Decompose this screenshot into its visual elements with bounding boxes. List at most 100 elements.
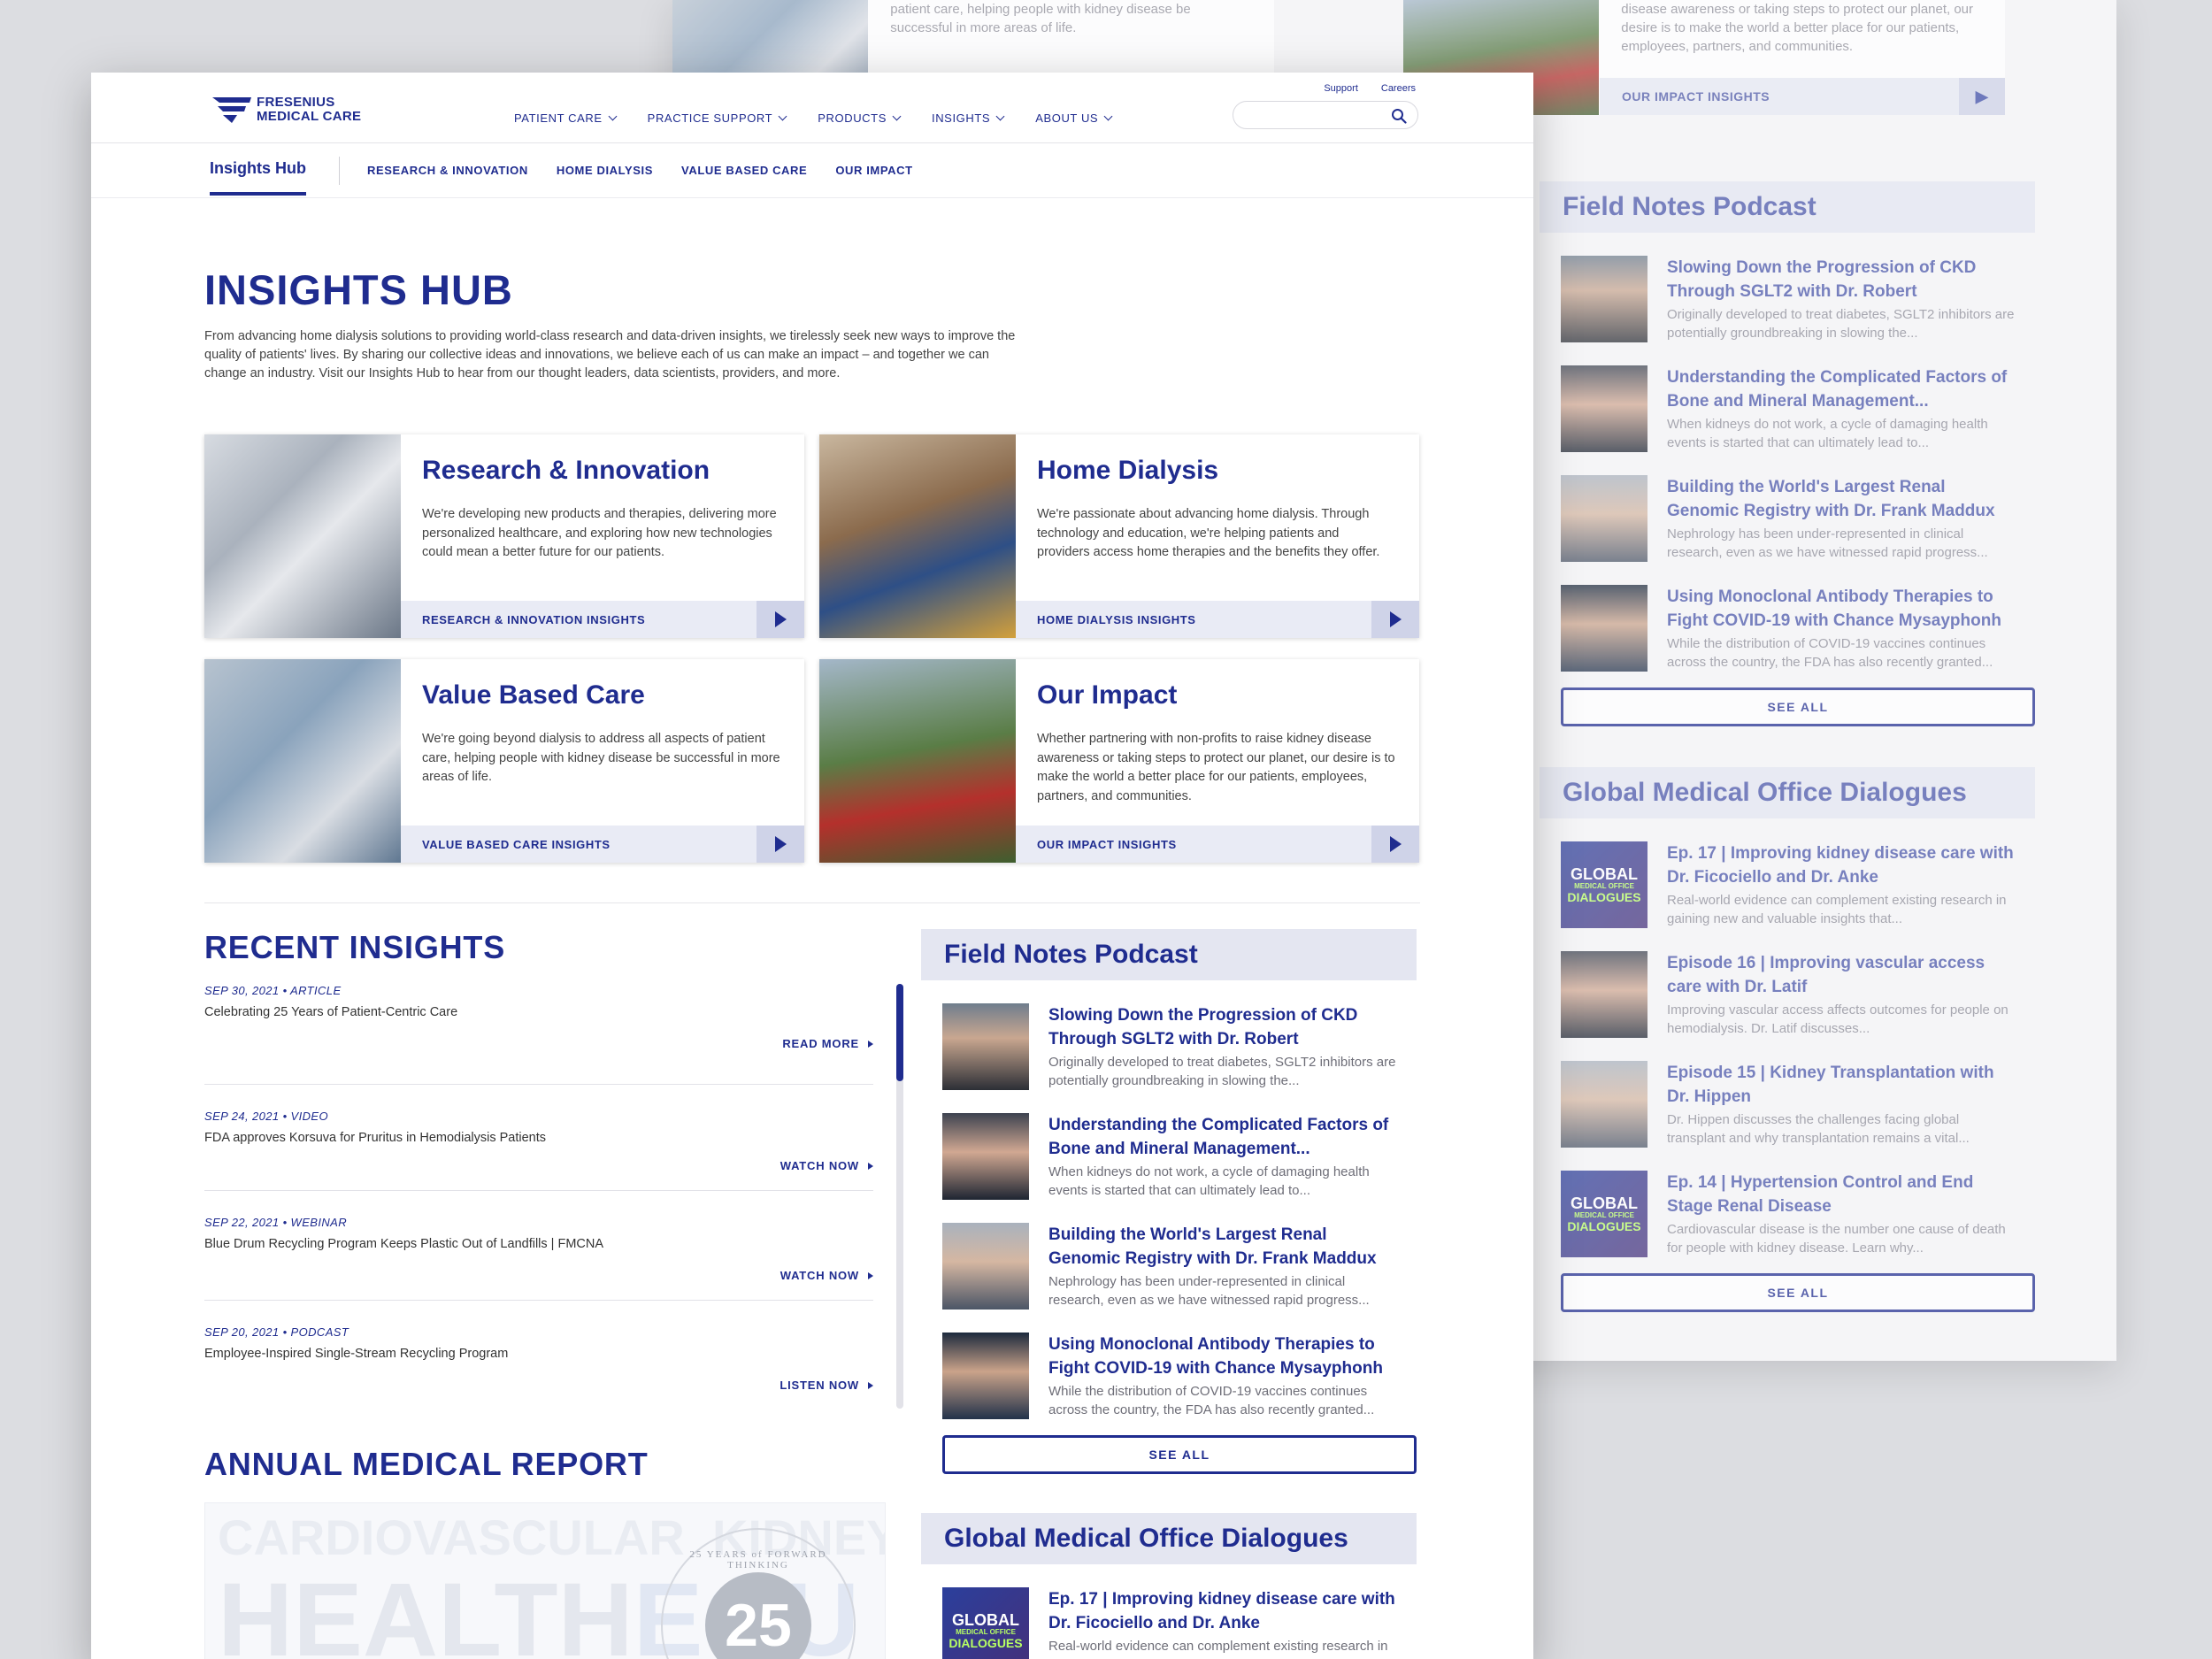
play-arrow-icon <box>1389 836 1402 852</box>
bg-dialogues-heading: Global Medical Office Dialogues <box>1540 767 2035 818</box>
search-input[interactable] <box>1244 102 1394 128</box>
bg-dialogues-item[interactable]: GLOBAL MEDICAL OFFICE DIALOGUES Ep. 14 | Hy… <box>1561 1171 2035 1257</box>
annual-report-cover[interactable]: CARDIOVASCULAR KIDNEY TRANSPLANT HEALTHE… <box>204 1502 886 1659</box>
card-link-value-based-care[interactable]: VALUE BASED CARE INSIGHTS <box>401 826 804 863</box>
bg-podcast-item[interactable]: Building the World's Largest Renal Genom… <box>1561 475 2035 562</box>
nav-item-about-us[interactable]: ABOUT US <box>1035 111 1113 125</box>
insight-date: SEP 30, 2021 <box>204 984 280 997</box>
watch-now-link[interactable]: WATCH NOW <box>780 1159 873 1172</box>
recent-insights-scrollbar[interactable] <box>896 984 903 1409</box>
podcast-thumbnail <box>942 1223 1029 1310</box>
bg-podcast-item-desc: When kidneys do not work, a cycle of dam… <box>1667 417 1988 450</box>
nav-item-label: ABOUT US <box>1035 111 1099 125</box>
card-title: Value Based Care <box>422 680 645 710</box>
podcast-item[interactable]: Understanding the Complicated Factors of… <box>942 1113 1417 1200</box>
insight-headline[interactable]: Blue Drum Recycling Program Keeps Plasti… <box>204 1237 603 1251</box>
nav-item-insights[interactable]: INSIGHTS <box>931 111 1005 125</box>
card-link-our-impact[interactable]: OUR IMPACT INSIGHTS <box>1016 826 1419 863</box>
play-arrow-icon <box>774 611 787 627</box>
podcast-see-all-button[interactable]: SEE ALL <box>942 1435 1417 1474</box>
bg-podcast-item[interactable]: Slowing Down the Progression of CKD Thro… <box>1561 256 2035 342</box>
subnav-link-value-based-care[interactable]: VALUE BASED CARE <box>681 164 807 177</box>
chevron-down-icon <box>892 111 902 121</box>
dialogues-column: Global Medical Office Dialogues GLOBAL ME… <box>921 1513 1417 1659</box>
card-photo <box>819 659 1016 863</box>
list-item: SEP 30, 2021 • ARTICLE Celebrating 25 Ye… <box>204 977 873 1085</box>
thumb-line: DIALOGUES <box>1567 1219 1641 1233</box>
dialogues-item[interactable]: GLOBAL MEDICAL OFFICE DIALOGUES Ep. 17 | Im… <box>942 1587 1417 1659</box>
chevron-down-icon <box>1103 111 1113 121</box>
podcast-item-title: Building the World's Largest Renal Genom… <box>1048 1225 1377 1268</box>
subnav-links: RESEARCH & INNOVATION HOME DIALYSIS VALU… <box>367 164 913 177</box>
podcast-item-title: Slowing Down the Progression of CKD Thro… <box>1048 1006 1358 1048</box>
thumb-line: GLOBAL <box>1571 1194 1638 1212</box>
read-more-link[interactable]: READ MORE <box>782 1037 873 1050</box>
arrow-right-button[interactable] <box>1371 826 1419 863</box>
site-header: FRESENIUS MEDICAL CARE Support Careers P… <box>91 73 1533 143</box>
bg-podcast-item-title: Slowing Down the Progression of CKD Thro… <box>1667 258 1977 301</box>
podcast-thumbnail <box>942 1333 1029 1419</box>
nav-item-patient-care[interactable]: PATIENT CARE <box>514 111 618 125</box>
subnav-link-our-impact[interactable]: OUR IMPACT <box>835 164 912 177</box>
search-icon[interactable] <box>1391 108 1407 124</box>
thumb-line: DIALOGUES <box>949 1636 1023 1650</box>
meta-separator: • <box>282 984 288 997</box>
insight-headline[interactable]: Celebrating 25 Years of Patient-Centric … <box>204 1005 457 1019</box>
subnav-link-home-dialysis[interactable]: HOME DIALYSIS <box>557 164 653 177</box>
dialogues-thumbnail <box>1561 1061 1647 1148</box>
subnav-link-research[interactable]: RESEARCH & INNOVATION <box>367 164 528 177</box>
card-value-based-care: Value Based Care We're going beyond dial… <box>204 659 804 863</box>
arrow-right-button[interactable] <box>1371 601 1419 638</box>
scrollbar-thumb[interactable] <box>896 984 903 1081</box>
podcast-item-desc: Originally developed to treat diabetes, … <box>1048 1055 1396 1088</box>
dialogues-item-title: Ep. 17 | Improving kidney disease care w… <box>1048 1590 1395 1632</box>
card-photo <box>819 434 1016 638</box>
brand-logo[interactable]: FRESENIUS MEDICAL CARE <box>211 96 361 124</box>
bg-podcast-item[interactable]: Understanding the Complicated Factors of… <box>1561 365 2035 452</box>
arrow-right-button[interactable] <box>757 826 804 863</box>
action-label: WATCH NOW <box>780 1159 859 1172</box>
podcast-item[interactable]: Using Monoclonal Antibody Therapies to F… <box>942 1333 1417 1419</box>
bg-dialogues-item[interactable]: GLOBAL MEDICAL OFFICE DIALOGUES Ep. 17 | Im… <box>1561 841 2035 928</box>
dialogues-thumbnail: GLOBAL MEDICAL OFFICE DIALOGUES <box>1561 841 1647 928</box>
insight-date: SEP 22, 2021 <box>204 1216 280 1229</box>
bg-podcast-item-title: Using Monoclonal Antibody Therapies to F… <box>1667 588 2001 630</box>
insight-headline[interactable]: Employee-Inspired Single-Stream Recyclin… <box>204 1347 508 1361</box>
arrow-right-button[interactable] <box>757 601 804 638</box>
nav-item-practice-support[interactable]: PRACTICE SUPPORT <box>648 111 787 125</box>
arrow-right-icon: ▶ <box>1959 78 2005 115</box>
bg-dialogues-item[interactable]: Episode 16 | Improving vascular access c… <box>1561 951 2035 1038</box>
careers-link[interactable]: Careers <box>1381 83 1416 94</box>
nav-item-products[interactable]: PRODUCTS <box>818 111 902 125</box>
watch-now-link[interactable]: WATCH NOW <box>780 1269 873 1282</box>
bg-dialogues-see-all-button[interactable]: SEE ALL <box>1561 1273 2035 1312</box>
meta-separator: • <box>282 1110 288 1123</box>
listen-now-link[interactable]: LISTEN NOW <box>780 1379 873 1392</box>
caret-right-icon <box>868 1162 873 1170</box>
bg-podcast-item[interactable]: Using Monoclonal Antibody Therapies to F… <box>1561 585 2035 672</box>
bg-podcast-column: Field Notes Podcast Slowing Down the Pro… <box>1540 181 2035 726</box>
podcast-item[interactable]: Slowing Down the Progression of CKD Thro… <box>942 1003 1417 1090</box>
report-bg-word3: HEALTH <box>218 1562 634 1659</box>
card-link-home-dialysis[interactable]: HOME DIALYSIS INSIGHTS <box>1016 601 1419 638</box>
card-body: Whether partnering with non-profits to r… <box>1037 732 1395 803</box>
chevron-down-icon <box>608 111 618 121</box>
insights-subnav: Insights Hub RESEARCH & INNOVATION HOME … <box>91 143 1533 198</box>
support-link[interactable]: Support <box>1324 83 1358 94</box>
bg-podcast-item-desc: Originally developed to treat diabetes, … <box>1667 307 2015 341</box>
card-link-research-innovation[interactable]: RESEARCH & INNOVATION INSIGHTS <box>401 601 804 638</box>
subnav-current-insights-hub[interactable]: Insights Hub <box>210 159 306 196</box>
nav-item-label: INSIGHTS <box>931 111 991 125</box>
card-title: Research & Innovation <box>422 456 710 485</box>
bg-dialogues-item[interactable]: Episode 15 | Kidney Transplantation with… <box>1561 1061 2035 1148</box>
podcast-item-desc: While the distribution of COVID-19 vacci… <box>1048 1384 1375 1417</box>
insight-headline[interactable]: FDA approves Korsuva for Pruritus in Hem… <box>204 1131 546 1145</box>
podcast-thumbnail <box>1561 256 1647 342</box>
bg-podcast-see-all-button[interactable]: SEE ALL <box>1561 687 2035 726</box>
report-bg-word1: CARDIOVASCULAR <box>218 1509 685 1565</box>
podcast-item[interactable]: Building the World's Largest Renal Genom… <box>942 1223 1417 1310</box>
podcast-item-desc: When kidneys do not work, a cycle of dam… <box>1048 1164 1370 1198</box>
card-body: We're passionate about advancing home di… <box>1037 507 1380 559</box>
podcast-thumbnail <box>942 1113 1029 1200</box>
bg-teaser-link[interactable]: OUR IMPACT INSIGHTS ▶ <box>1600 78 2005 115</box>
